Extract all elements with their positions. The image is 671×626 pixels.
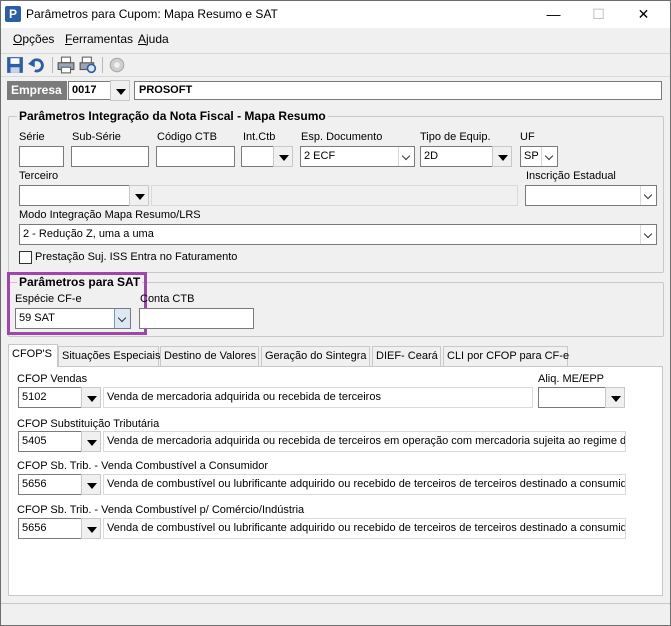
sat-group-title: Parâmetros para SAT — [17, 275, 143, 289]
chevron-down-icon — [114, 309, 130, 328]
empresa-dropdown-button[interactable] — [110, 80, 130, 101]
chevron-down-icon — [640, 225, 656, 244]
especie-cfe-label: Espécie CF-e — [15, 293, 82, 305]
empresa-name-field: PROSOFT — [134, 81, 662, 100]
minimize-button[interactable]: — — [531, 0, 576, 28]
modo-integracao-label: Modo Integração Mapa Resumo/LRS — [19, 209, 201, 221]
cfop-comb-consumidor-description: Venda de combustível ou lubrificante adq… — [103, 474, 626, 495]
cfop-comb-industria-label: CFOP Sb. Trib. - Venda Combustível p/ Co… — [17, 504, 305, 516]
status-bar — [1, 603, 670, 625]
app-icon: P — [5, 6, 21, 22]
undo-icon[interactable] — [28, 56, 46, 74]
modo-integracao-value: 2 - Redução Z, uma a uma — [23, 228, 154, 240]
intctb-input[interactable] — [241, 146, 274, 167]
cfop-comb-industria-input[interactable]: 5656 — [18, 518, 82, 539]
toolbar-separator — [52, 57, 53, 73]
maximize-button[interactable]: ☐ — [576, 0, 621, 28]
inscricao-estadual-select[interactable] — [525, 185, 657, 206]
intctb-dropdown-button[interactable] — [273, 146, 293, 167]
save-icon[interactable] — [6, 56, 24, 74]
inscricao-estadual-label: Inscrição Estadual — [526, 170, 616, 182]
tipo-equip-dropdown-button[interactable] — [492, 146, 512, 167]
subserie-input[interactable] — [71, 146, 149, 167]
terceiro-dropdown-button[interactable] — [129, 185, 149, 206]
especie-cfe-value: 59 SAT — [19, 312, 55, 324]
tipo-equip-input[interactable]: 2D — [420, 146, 493, 167]
tab-cli-cfop-cfe[interactable]: CLI por CFOP para CF-e — [443, 346, 569, 366]
menu-opcoes[interactable]: Opções — [13, 32, 54, 46]
prestacao-iss-checkbox[interactable] — [19, 251, 32, 264]
esp-documento-label: Esp. Documento — [301, 131, 383, 143]
aliq-me-epp-dropdown-button[interactable] — [605, 387, 625, 408]
chevron-down-icon — [541, 147, 557, 166]
cfop-subst-dropdown-button[interactable] — [81, 431, 101, 452]
tab-geracao-sintegra[interactable]: Geração do Sintegra — [261, 346, 370, 366]
chevron-down-icon — [640, 186, 656, 205]
conta-ctb-input[interactable] — [139, 308, 254, 329]
esp-documento-select[interactable]: 2 ECF — [300, 146, 415, 167]
print-preview-icon[interactable] — [79, 56, 97, 74]
toolbar-separator — [102, 57, 103, 73]
serie-label: Série — [19, 131, 45, 143]
tab-dief-ceara[interactable]: DIEF- Ceará — [372, 346, 441, 366]
cfop-subst-label: CFOP Substituição Tributária — [17, 418, 160, 430]
tab-cfops[interactable]: CFOP'S — [8, 344, 58, 367]
close-button[interactable]: ✕ — [621, 0, 666, 28]
subserie-label: Sub-Série — [72, 131, 121, 143]
tab-situacoes-especiais[interactable]: Situações Especiais — [58, 346, 160, 366]
codigo-ctb-input[interactable] — [156, 146, 235, 167]
menu-ajuda[interactable]: Ajuda — [138, 32, 169, 46]
terceiro-input[interactable] — [19, 185, 130, 206]
print-icon[interactable] — [57, 56, 75, 74]
cfop-subst-input[interactable]: 5405 — [18, 431, 82, 452]
window-title: Parâmetros para Cupom: Mapa Resumo e SAT — [26, 7, 278, 21]
cfop-vendas-label: CFOP Vendas — [17, 373, 88, 385]
terceiro-description — [151, 185, 518, 206]
serie-input[interactable] — [19, 146, 64, 167]
cfop-comb-consumidor-input[interactable]: 5656 — [18, 474, 82, 495]
uf-label: UF — [520, 131, 535, 143]
uf-value: SP — [524, 150, 539, 162]
especie-cfe-select[interactable]: 59 SAT — [15, 308, 131, 329]
settings-icon[interactable] — [108, 56, 126, 74]
menu-ferramentas[interactable]: Ferramentas — [65, 32, 133, 46]
cfop-subst-description: Venda de mercadoria adquirida ou recebid… — [103, 431, 626, 452]
cfop-comb-consumidor-dropdown-button[interactable] — [81, 474, 101, 495]
integracao-group-title: Parâmetros Integração da Nota Fiscal - M… — [17, 109, 328, 123]
esp-documento-value: 2 ECF — [304, 150, 336, 162]
prestacao-iss-label: Prestação Suj. ISS Entra no Faturamento — [35, 251, 238, 263]
cfop-comb-consumidor-label: CFOP Sb. Trib. - Venda Combustível a Con… — [17, 460, 269, 472]
modo-integracao-select[interactable]: 2 - Redução Z, uma a uma — [19, 224, 657, 245]
codigo-ctb-label: Código CTB — [157, 131, 217, 143]
cfop-comb-industria-description: Venda de combustível ou lubrificante adq… — [103, 518, 626, 539]
cfop-vendas-description: Venda de mercadoria adquirida ou recebid… — [103, 387, 533, 408]
uf-select[interactable]: SP — [520, 146, 558, 167]
cfop-comb-industria-dropdown-button[interactable] — [81, 518, 101, 539]
intctb-label: Int.Ctb — [243, 131, 276, 143]
aliq-me-epp-input[interactable] — [538, 387, 606, 408]
terceiro-label: Terceiro — [19, 170, 59, 182]
aliq-me-epp-label: Aliq. ME/EPP — [538, 373, 605, 385]
tab-destino-valores[interactable]: Destino de Valores — [160, 346, 259, 366]
cfop-vendas-dropdown-button[interactable] — [81, 387, 101, 408]
conta-ctb-label: Conta CTB — [140, 293, 195, 305]
tipo-equip-label: Tipo de Equip. — [420, 131, 491, 143]
cfop-vendas-input[interactable]: 5102 — [18, 387, 82, 408]
empresa-label: Empresa — [7, 81, 67, 100]
chevron-down-icon — [398, 147, 414, 166]
